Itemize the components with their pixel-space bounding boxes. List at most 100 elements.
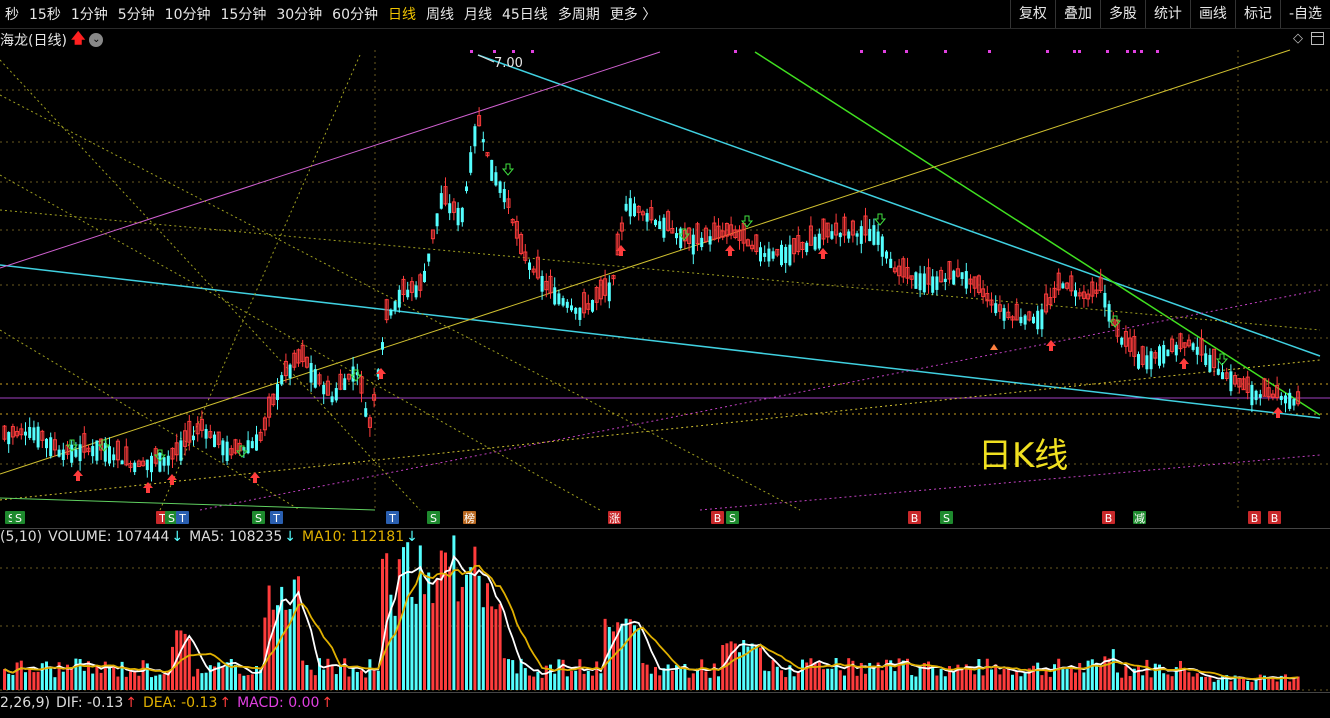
candle-body-155 — [654, 219, 657, 226]
signal-dot-14 — [1126, 50, 1129, 53]
volume-bar-285 — [1200, 676, 1203, 690]
kline-chart[interactable]: 7.00S S T S T S T T S 榜涨 B S B S B 减 B B — [0, 0, 1330, 718]
volume-bar-233 — [981, 675, 985, 690]
volume-bar-29 — [124, 676, 128, 690]
candle-body-109 — [460, 207, 464, 223]
candle-body-252 — [1061, 283, 1065, 289]
volume-bar-109 — [460, 586, 464, 690]
candle-body-246 — [1036, 310, 1040, 330]
sell-arrow-icon-8 — [873, 213, 887, 226]
candle-body-101 — [427, 253, 431, 262]
volume-bar-288 — [1212, 681, 1216, 690]
candle-body-203 — [855, 233, 859, 237]
dea-value: DEA: -0.13 — [143, 695, 218, 711]
volume-bar-209 — [880, 670, 884, 690]
volume-bar-21 — [91, 673, 95, 690]
volume-bar-102 — [431, 603, 435, 690]
candle-body-74 — [313, 369, 317, 388]
candle-body-193 — [813, 236, 817, 250]
volume-bar-184 — [775, 666, 779, 690]
volume-bar-234 — [985, 658, 989, 690]
volume-bar-74 — [313, 675, 317, 690]
candle-body-79 — [334, 388, 338, 401]
candle-body-112 — [473, 126, 477, 147]
candle-body-100 — [423, 270, 426, 283]
volume-bar-161 — [679, 668, 683, 690]
volume-bar-295 — [1242, 678, 1245, 690]
volume-bar-72 — [305, 665, 309, 690]
volume-bar-249 — [1048, 676, 1052, 690]
volume-bar-158 — [666, 664, 670, 690]
candle-body-275 — [1158, 346, 1161, 366]
volume-bar-151 — [637, 628, 641, 690]
volume-bar-114 — [481, 607, 485, 690]
trend-line-5 — [199, 289, 1321, 511]
candle-body-73 — [309, 362, 313, 383]
volume-bar-1 — [7, 673, 11, 690]
volume-bar-228 — [960, 667, 964, 690]
trend-line-4 — [0, 51, 661, 269]
volume-bar-159 — [670, 670, 674, 690]
candle-body-164 — [691, 234, 695, 255]
volume-bar-253 — [1065, 669, 1069, 690]
candle-body-290 — [1221, 372, 1224, 380]
candle-body-276 — [1162, 344, 1166, 364]
candle-body-153 — [645, 213, 649, 222]
signal-dot-2 — [512, 50, 515, 53]
volume-bar-135 — [570, 670, 573, 690]
volume-bar-33 — [141, 660, 145, 690]
candle-body-18 — [78, 444, 82, 462]
volume-bar-14 — [61, 671, 65, 690]
volume-bar-82 — [347, 676, 351, 690]
candle-body-6 — [28, 426, 32, 438]
candle-body-238 — [1002, 308, 1006, 321]
signal-badge-label-5: S — [255, 512, 262, 525]
candle-body-245 — [1032, 316, 1035, 324]
signal-badge-label-12: S — [729, 512, 736, 525]
volume-bar-226 — [952, 672, 956, 690]
candle-body-226 — [952, 270, 956, 285]
volume-bar-113 — [477, 575, 481, 690]
trend-line-3 — [0, 49, 1291, 475]
candle-body-150 — [633, 203, 636, 217]
volume-bar-152 — [641, 663, 645, 690]
candle-body-270 — [1137, 354, 1140, 369]
volume-bar-67 — [284, 609, 288, 690]
candle-body-247 — [1040, 309, 1044, 330]
volume-bar-119 — [502, 658, 506, 690]
volume-bar-185 — [780, 670, 783, 690]
candle-body-39 — [166, 455, 170, 466]
volume-bar-127 — [536, 671, 540, 690]
volume-bar-281 — [1183, 667, 1187, 690]
signal-dot-12 — [1078, 50, 1081, 53]
candle-body-45 — [192, 435, 195, 441]
signal-dot-8 — [944, 50, 947, 53]
volume-bar-83 — [351, 666, 355, 690]
volume-bar-286 — [1204, 676, 1208, 690]
volume-bar-303 — [1275, 681, 1279, 690]
volume-bar-186 — [784, 677, 788, 690]
volume-bar-236 — [994, 664, 998, 690]
candle-body-135 — [570, 305, 573, 311]
volume-bar-78 — [330, 664, 334, 690]
trend-line-9 — [0, 174, 601, 511]
volume-bar-230 — [969, 666, 972, 690]
candle-body-86 — [364, 408, 368, 417]
candle-body-229 — [964, 271, 968, 289]
candle-body-263 — [1107, 304, 1111, 322]
candle-body-42 — [179, 440, 183, 461]
candle-body-242 — [1019, 316, 1023, 324]
signal-badge-label-14: S — [943, 512, 950, 525]
volume-bar-10 — [45, 661, 48, 690]
volume-bar-60 — [255, 666, 258, 690]
candle-body-116 — [490, 159, 494, 181]
candle-body-132 — [557, 293, 561, 305]
candle-body-81 — [343, 378, 347, 391]
candle-body-37 — [158, 452, 162, 472]
ma5-value: MA5: 108235 — [189, 529, 283, 545]
candle-body-60 — [255, 434, 258, 451]
candle-body-157 — [662, 217, 666, 238]
candle-body-108 — [456, 207, 460, 226]
candle-body-284 — [1195, 346, 1199, 355]
volume-bar-37 — [158, 674, 162, 690]
